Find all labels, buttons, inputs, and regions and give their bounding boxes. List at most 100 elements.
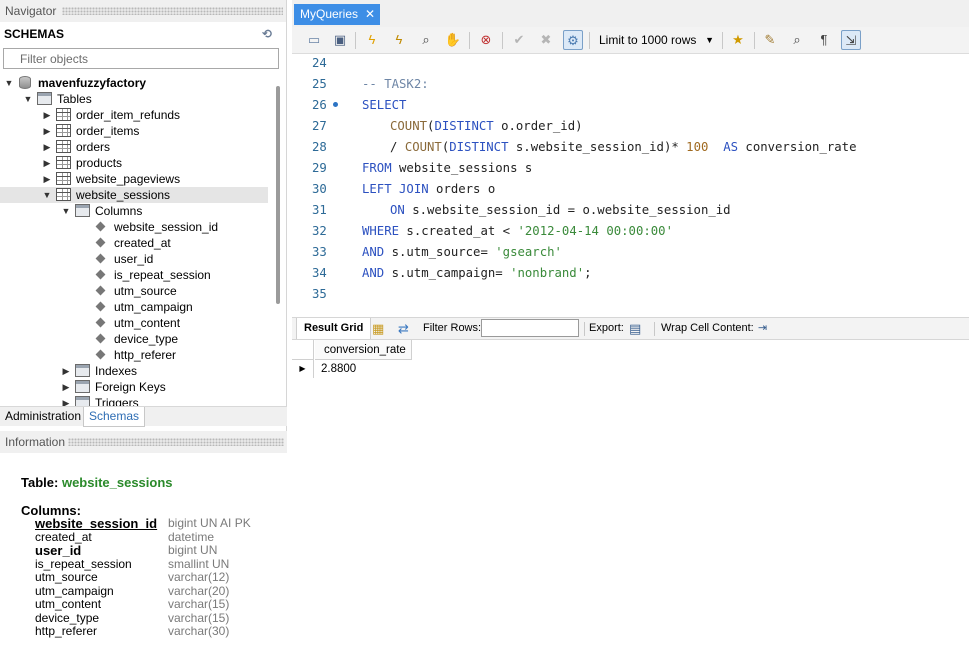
code-token: ; xyxy=(584,266,592,280)
rollback-icon[interactable]: ✖ xyxy=(536,30,556,50)
schema-tree: ▼ mavenfuzzyfactory ▼ Tables ▶ order_ite… xyxy=(0,74,274,406)
save-icon[interactable]: ▣ xyxy=(330,30,350,50)
expand-arrow-icon[interactable]: ▶ xyxy=(42,107,52,123)
column-label: http_referer xyxy=(114,348,177,362)
tab-schemas[interactable]: Schemas xyxy=(83,407,146,427)
tree-node-table[interactable]: ▶ order_item_refunds xyxy=(0,107,274,123)
navigator-tabs: Administration Schemas xyxy=(0,406,287,427)
column-header-conversion-rate[interactable]: conversion_rate xyxy=(315,340,412,360)
info-column-row: is_repeat_session smallint UN xyxy=(35,556,275,572)
execute-current-icon[interactable]: ϟ xyxy=(389,30,409,50)
workbench-window: Navigator SCHEMAS ⟲ ▼ mavenfuzzyfactory … xyxy=(0,0,969,646)
tab-myqueries[interactable]: MyQueries ✕ xyxy=(294,4,381,25)
wrap-lines-icon[interactable]: ⇲ xyxy=(841,30,861,50)
line-number: 35 xyxy=(312,287,327,301)
info-column-row: website_session_id bigint UN AI PK xyxy=(35,516,275,531)
tree-scrollbar[interactable] xyxy=(276,86,280,304)
export-icon[interactable]: ▤ xyxy=(629,318,641,339)
stop-icon[interactable]: ✋ xyxy=(443,30,463,50)
table-icon xyxy=(56,172,71,185)
expand-arrow-icon[interactable]: ▶ xyxy=(42,155,52,171)
drag-handle[interactable] xyxy=(68,438,284,446)
collapse-arrow-icon[interactable]: ▼ xyxy=(61,203,71,219)
tree-node-column[interactable]: website_session_id xyxy=(0,219,274,235)
navigator-title: Navigator xyxy=(5,4,57,18)
tree-node-column[interactable]: http_referer xyxy=(0,347,274,363)
tree-node-table-selected[interactable]: ▼ website_sessions xyxy=(0,187,268,203)
code-token: LEFT JOIN xyxy=(362,182,429,196)
column-icon xyxy=(95,253,106,264)
collapse-arrow-icon[interactable]: ▼ xyxy=(42,187,52,203)
expand-arrow-icon[interactable]: ▶ xyxy=(42,123,52,139)
refresh-icon[interactable]: ⟲ xyxy=(260,27,274,41)
tree-node-column[interactable]: user_id xyxy=(0,251,274,267)
collapse-arrow-icon[interactable]: ▼ xyxy=(23,91,33,107)
expand-arrow-icon[interactable]: ▶ xyxy=(61,379,71,395)
column-label: utm_content xyxy=(114,316,181,330)
info-column-name: utm_source xyxy=(35,570,98,584)
find-icon[interactable]: ⌕ xyxy=(787,30,807,50)
tree-node-indexes[interactable]: ▶ Indexes xyxy=(0,363,274,379)
toggle-error-icon[interactable]: ⊗ xyxy=(476,30,496,50)
bookmark-star-icon[interactable]: ★ xyxy=(728,30,748,50)
tree-node-column[interactable]: created_at xyxy=(0,235,274,251)
sql-editor[interactable]: 24 25 26 27 28 29 30 31 32 33 34 35 -- T… xyxy=(292,54,969,314)
code-line: SELECT xyxy=(362,98,407,112)
code-line: AND s.utm_campaign= 'nonbrand'; xyxy=(362,264,592,285)
limit-rows-label: Limit to 1000 rows xyxy=(599,33,697,47)
column-icon xyxy=(95,285,106,296)
expand-arrow-icon[interactable]: ▶ xyxy=(61,363,71,379)
line-number: 25 xyxy=(312,77,327,91)
info-column-row: device_type varchar(15) xyxy=(35,611,275,626)
tree-node-table[interactable]: ▶ products xyxy=(0,155,274,171)
tree-node-table[interactable]: ▶ order_items xyxy=(0,123,274,139)
explain-icon[interactable]: ⌕ xyxy=(416,30,436,50)
commit-icon[interactable]: ✔ xyxy=(509,30,529,50)
grid-icon[interactable]: ▦ xyxy=(372,318,384,339)
folder-icon xyxy=(75,364,90,377)
tree-node-column[interactable]: utm_campaign xyxy=(0,299,274,315)
info-column-name: is_repeat_session xyxy=(35,556,132,571)
column-icon xyxy=(95,301,106,312)
tree-node-column[interactable]: is_repeat_session xyxy=(0,267,274,283)
tree-node-table[interactable]: ▶ website_pageviews xyxy=(0,171,274,187)
code-token: conversion_rate xyxy=(738,140,857,154)
tab-administration[interactable]: Administration xyxy=(0,407,86,427)
info-table-name: website_sessions xyxy=(61,475,173,490)
tree-node-columns[interactable]: ▼ Columns xyxy=(0,203,274,219)
filter-objects-input[interactable] xyxy=(3,48,279,69)
result-cell[interactable]: 2.8800 xyxy=(315,360,412,378)
refresh-icon[interactable]: ⇄ xyxy=(398,318,409,339)
filter-rows-input[interactable] xyxy=(481,319,579,337)
code-token: s.utm_campaign= xyxy=(384,266,511,280)
line-number: 32 xyxy=(312,224,327,238)
invisible-chars-icon[interactable]: ¶ xyxy=(814,30,834,50)
limit-rows-select[interactable]: Limit to 1000 rows ▼ xyxy=(596,31,716,50)
tree-node-column[interactable]: utm_content xyxy=(0,315,274,331)
tree-node-foreign-keys[interactable]: ▶ Foreign Keys xyxy=(0,379,274,395)
drag-handle[interactable] xyxy=(62,7,283,15)
tree-node-triggers[interactable]: ▶ Triggers xyxy=(0,395,274,406)
tree-node-schema[interactable]: ▼ mavenfuzzyfactory xyxy=(0,75,274,91)
info-column-type: varchar(15) xyxy=(168,597,230,611)
code-token: AND xyxy=(362,266,385,280)
collapse-arrow-icon[interactable]: ▼ xyxy=(4,75,14,91)
expand-arrow-icon[interactable]: ▶ xyxy=(42,171,52,187)
tree-node-tables[interactable]: ▼ Tables xyxy=(0,91,274,107)
execute-icon[interactable]: ϟ xyxy=(362,30,382,50)
open-folder-icon[interactable]: ▭ xyxy=(304,30,324,50)
beautify-icon[interactable]: ✎ xyxy=(760,30,780,50)
wrap-cell-icon[interactable]: ⇥ xyxy=(758,318,767,339)
code-token: COUNT xyxy=(404,140,442,154)
tree-node-column[interactable]: utm_source xyxy=(0,283,274,299)
tree-node-column[interactable]: device_type xyxy=(0,331,274,347)
tree-node-table[interactable]: ▶ orders xyxy=(0,139,274,155)
autocommit-icon[interactable]: ⚙ xyxy=(563,30,583,50)
code-token: FROM xyxy=(362,161,392,175)
expand-arrow-icon[interactable]: ▶ xyxy=(42,139,52,155)
result-grid-tab[interactable]: Result Grid xyxy=(296,318,372,339)
row-pointer-icon[interactable]: ▶ xyxy=(292,360,314,378)
close-icon[interactable]: ✕ xyxy=(365,4,375,25)
expand-arrow-icon[interactable]: ▶ xyxy=(61,395,71,406)
statement-marker-icon xyxy=(333,102,338,107)
